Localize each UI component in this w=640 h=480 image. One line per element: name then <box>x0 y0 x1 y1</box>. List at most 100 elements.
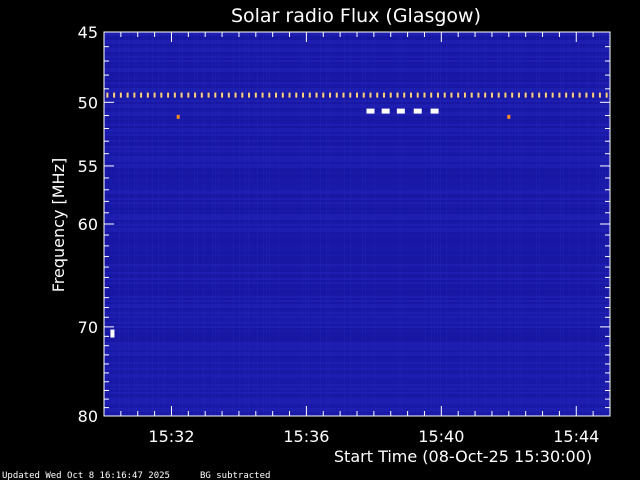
interference-dash <box>329 92 332 98</box>
noise-column <box>563 32 564 416</box>
interference-dash <box>544 92 547 98</box>
interference-dash <box>470 92 473 98</box>
noise-column <box>239 32 240 416</box>
noise-column <box>263 32 264 416</box>
noise-column <box>497 32 498 416</box>
interference-dash <box>126 92 129 98</box>
interference-dash <box>241 92 244 98</box>
y-tick-label: 60 <box>78 215 98 234</box>
orange-spot <box>176 114 180 119</box>
x-tick-label: 15:32 <box>148 427 194 446</box>
interference-dash <box>531 92 534 98</box>
y-tick-label: 45 <box>78 23 98 42</box>
interference-dash <box>389 92 392 98</box>
x-tick-label: 15:40 <box>418 427 464 446</box>
noise-column <box>362 32 363 416</box>
noise-column <box>218 32 219 416</box>
interference-dash <box>187 92 190 98</box>
noise-column <box>269 32 270 416</box>
interference-dash <box>592 92 595 98</box>
interference-dash <box>281 92 284 98</box>
interference-dash <box>133 92 136 98</box>
interference-dash <box>396 92 399 98</box>
interference-dash <box>268 92 271 98</box>
noise-column <box>374 32 375 416</box>
interference-dash <box>119 92 122 98</box>
interference-dash <box>221 92 224 98</box>
interference-dash <box>322 92 325 98</box>
interference-dash <box>538 92 541 98</box>
noise-column <box>476 32 477 416</box>
plot-area <box>103 31 611 417</box>
noise-column <box>320 32 321 416</box>
interference-dash <box>409 92 412 98</box>
interference-dash <box>335 92 338 98</box>
noise-column <box>182 32 183 416</box>
interference-dash <box>477 92 480 98</box>
bright-burst <box>413 108 422 114</box>
noise-column <box>326 32 327 416</box>
noise-column <box>515 32 516 416</box>
interference-dash <box>430 92 433 98</box>
interference-dash <box>194 92 197 98</box>
noise-column <box>467 32 468 416</box>
noise-column <box>560 32 561 416</box>
chart-title: Solar radio Flux (Glasgow) <box>231 5 481 27</box>
noise-column <box>179 32 180 416</box>
interference-dash <box>356 92 358 98</box>
noise-column <box>434 32 435 416</box>
interference-dash <box>160 92 163 98</box>
noise-column <box>569 32 570 416</box>
interference-dash <box>167 92 170 98</box>
noise-column <box>596 32 597 416</box>
interference-dash <box>517 92 520 98</box>
noise-column <box>485 32 486 416</box>
noise-column <box>587 32 588 416</box>
noise-column <box>398 32 399 416</box>
interference-dash <box>214 92 217 98</box>
interference-dash <box>113 92 116 98</box>
noise-column <box>365 32 366 416</box>
interference-dash <box>605 92 608 98</box>
interference-dash <box>551 92 554 98</box>
noise-column <box>257 32 258 416</box>
interference-dash <box>308 92 311 98</box>
interference-dash <box>565 92 568 98</box>
noise-column <box>119 32 120 416</box>
white-spot <box>110 329 115 338</box>
noise-column <box>425 32 426 416</box>
interference-dash <box>504 92 507 98</box>
noise-column <box>461 32 462 416</box>
noise-texture <box>104 32 610 416</box>
y-axis-label: Frequency [MHz] <box>49 158 68 292</box>
interference-dash <box>295 92 298 98</box>
interference-dash <box>450 92 453 98</box>
interference-dash <box>443 92 446 98</box>
noise-column <box>308 32 309 416</box>
bright-burst <box>381 108 390 114</box>
noise-column <box>233 32 234 416</box>
interference-dash <box>207 92 210 98</box>
interference-dash <box>288 92 291 98</box>
interference-dash <box>342 92 345 98</box>
interference-dash <box>302 92 305 98</box>
noise-column <box>401 32 402 416</box>
interference-dash <box>423 92 426 98</box>
noise-column <box>245 32 246 416</box>
spectrogram-chart: Solar radio Flux (Glasgow) 455055607080 … <box>2 5 611 480</box>
noise-column <box>203 32 204 416</box>
noise-column <box>350 32 351 416</box>
noise-column <box>212 32 213 416</box>
y-tick-label: 80 <box>78 407 98 426</box>
interference-dash <box>140 92 143 98</box>
interference-dash <box>598 92 601 98</box>
noise-column <box>431 32 432 416</box>
noise-column <box>134 32 135 416</box>
interference-dash <box>106 92 109 98</box>
noise-column <box>158 32 159 416</box>
bright-burst <box>430 108 439 114</box>
noise-column <box>305 32 306 416</box>
interference-dash <box>403 92 406 98</box>
noise-column <box>137 32 138 416</box>
noise-column <box>128 32 129 416</box>
